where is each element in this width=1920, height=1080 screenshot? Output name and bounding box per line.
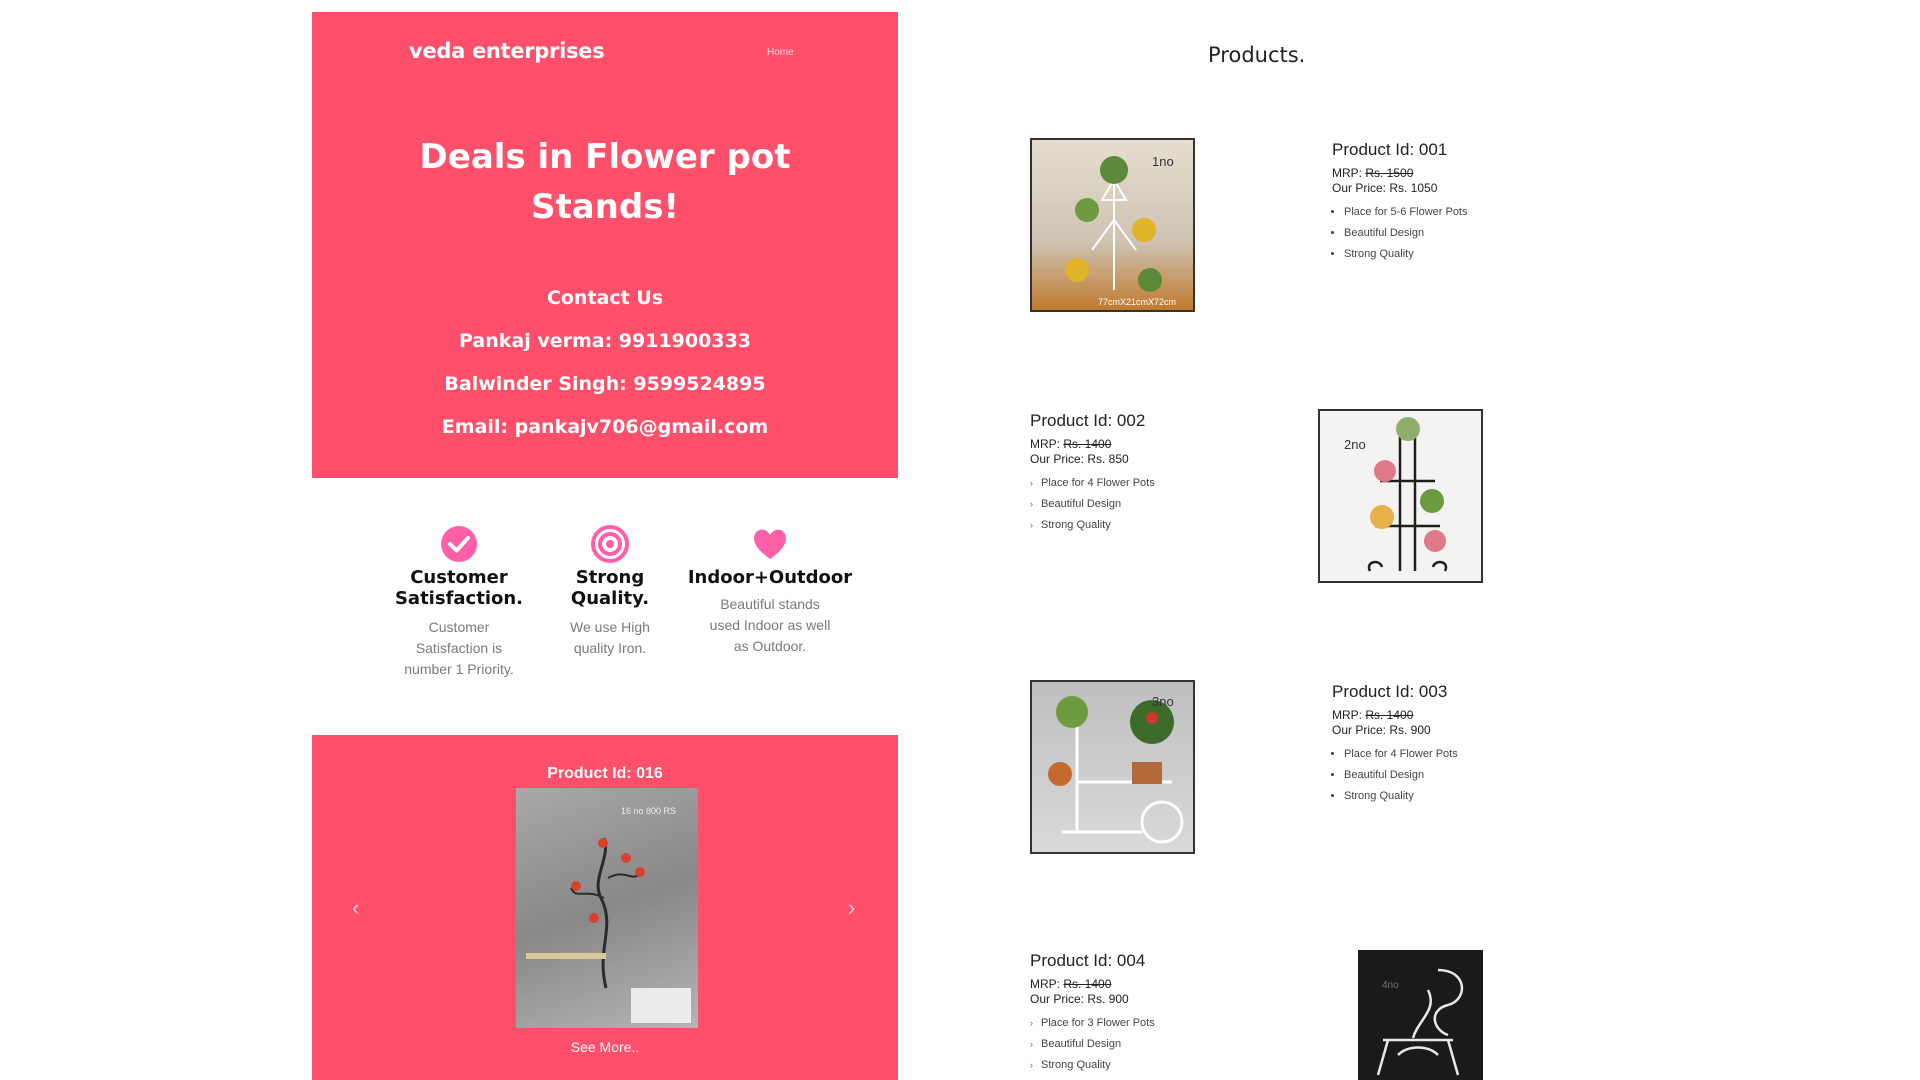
product-info-001: Product Id: 001 MRP: Rs. 1500 Our Price:… [1332,140,1592,265]
feature-title: Customer Satisfaction. [394,567,524,609]
product-info-004: Product Id: 004 MRP: Rs. 1400 Our Price:… [1030,951,1290,1076]
feature-desc: Beautiful stands used Indoor as well as Ou… [709,596,831,654]
see-more-link[interactable]: See More.. [312,1039,898,1055]
product-info-003: Product Id: 003 MRP: Rs. 1400 Our Price:… [1332,682,1592,807]
product-mrp: MRP: Rs. 1400 [1030,977,1112,991]
product-features: Place for 4 Flower Pots Beautiful Design… [1332,744,1592,807]
contact-pankaj: Pankaj verma: 9911900333 [458,330,752,352]
contact-email: Email: pankajv706@gmail.com [441,416,769,438]
carousel-title: Product Id: 016 [547,765,663,782]
feature-customer-satisfaction: Customer Satisfaction. Customer Satisfacti… [388,525,530,680]
image-tag: 16 no 800 RS [621,806,677,816]
heart-icon [754,529,786,559]
chevron-left-icon[interactable]: ‹ [352,895,359,921]
feature-item: Place for 4 Flower Pots [1344,744,1592,765]
product-price: Our Price: Rs. 1050 [1332,181,1438,195]
image-tag: 1no [1152,154,1174,169]
product-image-002[interactable]: 2no [1318,409,1483,583]
features-section: Customer Satisfaction. Customer Satisfacti… [390,525,860,685]
product-mrp: MRP: Rs. 1400 [1332,708,1414,722]
hero-title-line-1: Deals in Flower pot [419,137,791,177]
feature-item: Place for 3 Flower Pots [1030,1013,1290,1034]
product-image-003[interactable]: 3no [1030,680,1195,854]
check-circle-icon [441,526,477,562]
contact-heading: Contact Us [546,287,664,309]
feature-item: Beautiful Design [1030,494,1290,515]
feature-title: Indoor+Outdoor [687,567,853,588]
hero-title: Deals in Flower pot Stands! [312,132,898,232]
feature-strong-quality: Strong Quality. We use High quality Iron. [555,525,665,659]
page: veda enterprises Home Deals in Flower po… [0,0,1920,1080]
feature-title: Strong Quality. [570,567,650,609]
feature-item: Beautiful Design [1030,1034,1290,1055]
contact-balwinder: Balwinder Singh: 9599524895 [444,373,766,395]
hero-section: veda enterprises Home Deals in Flower po… [312,12,898,478]
product-price: Our Price: Rs. 900 [1030,992,1129,1006]
feature-item: Strong Quality [1344,786,1592,807]
feature-item: Beautiful Design [1344,765,1592,786]
product-features: Place for 5-6 Flower Pots Beautiful Desi… [1332,202,1592,265]
product-price: Our Price: Rs. 850 [1030,452,1129,466]
feature-item: Beautiful Design [1344,223,1592,244]
product-features: Place for 4 Flower Pots Beautiful Design… [1030,473,1290,536]
product-image-001[interactable]: 1no 77cmX21cmX72cm [1030,138,1195,312]
feature-item: Strong Quality [1344,244,1592,265]
product-features: Place for 3 Flower Pots Beautiful Design… [1030,1013,1290,1076]
feature-desc: Customer Satisfaction is number 1 Priority… [404,619,514,677]
product-mrp: MRP: Rs. 1400 [1030,437,1112,451]
target-icon [591,525,629,563]
feature-indoor-outdoor: Indoor+Outdoor Beautiful stands used Indo… [686,525,854,657]
product-id: Product Id: 003 [1332,682,1448,701]
hero-title-line-2: Stands! [531,187,679,227]
carousel-image[interactable]: 16 no 800 RS [516,788,698,1028]
image-tag: 3no [1152,694,1174,709]
feature-desc: We use High quality Iron. [570,619,650,656]
feature-item: Place for 5-6 Flower Pots [1344,202,1592,223]
products-heading: Products. [1208,43,1306,67]
image-caption: 77cmX21cmX72cm [1098,297,1177,307]
image-tag: 4no [1382,980,1399,991]
product-carousel: Product Id: 016 ‹ 16 no 800 RS › See Mor… [312,735,898,1080]
chevron-right-icon[interactable]: › [848,895,855,921]
image-tag: 2no [1344,437,1366,452]
feature-item: Place for 4 Flower Pots [1030,473,1290,494]
brand-logo[interactable]: veda enterprises [409,39,605,63]
feature-item: Strong Quality [1030,515,1290,536]
product-id: Product Id: 002 [1030,411,1146,430]
product-info-002: Product Id: 002 MRP: Rs. 1400 Our Price:… [1030,411,1290,536]
feature-item: Strong Quality [1030,1055,1290,1076]
nav-home-link[interactable]: Home [767,47,794,58]
product-stand-illustration [1376,968,1464,1076]
product-mrp: MRP: Rs. 1500 [1332,166,1414,180]
product-image-004[interactable]: 4no [1358,950,1483,1080]
product-id: Product Id: 004 [1030,951,1146,970]
product-price: Our Price: Rs. 900 [1332,723,1431,737]
carousel-wall-stand-illustration [526,837,691,1023]
product-id: Product Id: 001 [1332,140,1448,159]
contact-block: Contact Us Pankaj verma: 9911900333 Balw… [312,287,898,459]
